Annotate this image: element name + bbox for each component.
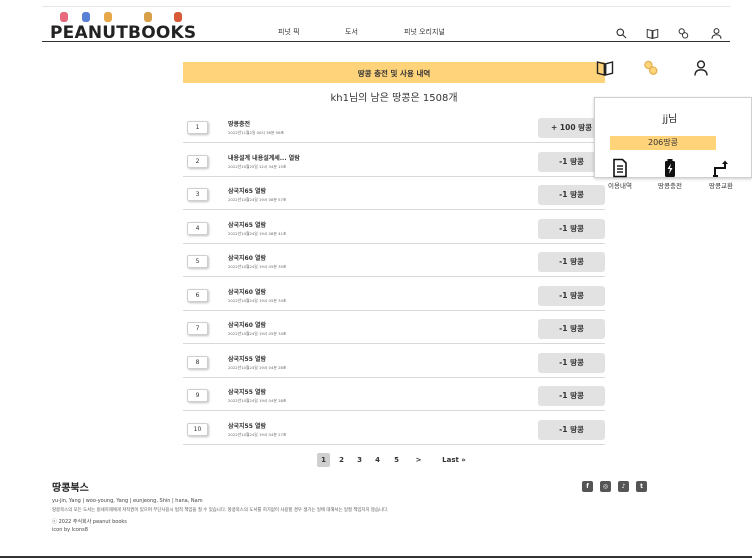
exchange-peanut-label: 땅콩교환 (709, 182, 733, 190)
row-amount: -1 땅콩 (538, 352, 605, 373)
usage-history-label: 이용내역 (608, 182, 632, 190)
row-number: 1 (187, 121, 208, 134)
tiktok-icon[interactable]: ♪ (618, 481, 629, 492)
row-title: 삼국지60 열람 (228, 322, 267, 329)
row-number: 4 (187, 221, 208, 235)
row-title: 내용설계 내용설계세... 열람 (228, 154, 300, 162)
row-date: 2022년10월24일 19시 05분 35초 (228, 264, 287, 269)
row-amount: -1 땅콩 (538, 252, 605, 272)
history-row: 7 삼국지60 열람 2022년10월24일 19시 05분 34초 -1 땅콩 (183, 311, 605, 344)
battery-charge-icon (665, 159, 675, 177)
user-icon[interactable] (692, 59, 710, 81)
peanut-icon[interactable] (642, 59, 660, 81)
history-row: 10 삼국지55 열람 2022년10월24일 19시 04분 27초 -1 땅콩 (183, 412, 605, 445)
footer-icon-credit: icon by Icons8 (52, 527, 88, 533)
logo-character-icon (144, 12, 152, 22)
row-amount: -1 땅콩 (538, 218, 605, 239)
last-page-button[interactable]: Last » (434, 453, 474, 467)
logo-character-icon (104, 12, 112, 22)
footer-copyright: ⓒ 2022 주식회사 peanut books (52, 519, 127, 525)
row-title: 삼국지60 열람 (228, 288, 267, 296)
row-number: 7 (187, 322, 208, 335)
user-popup: jj님 206땅콩 이용내역 땅콩충전 땅콩교환 (594, 97, 752, 190)
document-icon (613, 158, 627, 178)
facebook-icon[interactable]: f (582, 481, 593, 492)
history-row: 2 내용설계 내용설계세... 열람 2022년10월25일 12시 34분 15초… (183, 144, 605, 177)
row-date: 2022년10월24일 19시 04분 27초 (228, 431, 287, 437)
row-title: 삼국지55 열람 (228, 422, 267, 430)
row-amount: -1 땅콩 (538, 285, 605, 306)
row-amount: -1 땅콩 (538, 419, 605, 440)
section-header: 땅콩 충전 및 사용 내역 (183, 62, 605, 83)
search-icon[interactable] (615, 25, 628, 39)
book-icon[interactable] (596, 59, 614, 81)
row-title: 삼국지55 열람 (228, 389, 267, 396)
page-button-5[interactable]: 5 (390, 453, 403, 467)
charge-peanut-button[interactable]: 땅콩충전 (648, 158, 692, 190)
row-amount: -1 땅콩 (538, 319, 605, 339)
logo-character-icon (174, 12, 182, 22)
page-button-2[interactable]: 2 (335, 453, 348, 467)
popup-username: jj님 (662, 114, 678, 125)
footer-notice: 땅콩북스의 모든 도서는 읽세지제에게 저작권이 있으며 무단사용시 법적 책임… (52, 508, 389, 513)
history-row: 1 땅콩충전 2022년11월2일 00시 36분 56초 + 100 땅콩 (183, 110, 605, 143)
book-icon[interactable] (646, 25, 659, 39)
twitter-icon[interactable]: t (636, 481, 647, 492)
page-button-1[interactable]: 1 (317, 453, 330, 467)
row-title: 삼국지65 열람 (228, 188, 267, 195)
row-date: 2022년10월24일 19시 04분 28초 (228, 364, 287, 370)
row-date: 2022년10월24일 19시 08분 41초 (228, 230, 287, 236)
history-row: 5 삼국지60 열람 2022년10월24일 19시 05분 35초 -1 땅콩 (183, 244, 605, 277)
row-date: 2022년10월24일 19시 05분 34초 (228, 331, 287, 336)
row-amount: -1 땅콩 (538, 386, 605, 406)
history-row: 3 삼국지65 열람 2022년10월24일 19시 08분 57초 -1 땅콩 (183, 177, 605, 210)
row-title: 삼국지65 열람 (228, 221, 267, 229)
row-date: 2022년10월24일 19시 05분 34초 (228, 297, 287, 303)
page-button-3[interactable]: 3 (353, 453, 366, 467)
row-title: 삼국지55 열람 (228, 355, 267, 363)
row-title: 삼국지60 열람 (228, 255, 267, 262)
row-number: 8 (187, 355, 208, 369)
row-number: 9 (187, 389, 208, 402)
nav-peanut-original[interactable]: 피넛 오리지널 (404, 27, 445, 37)
site-header: PEANUTBOOKS 피넛 픽 도서 피넛 오리지널 (42, 12, 730, 43)
row-title: 땅콩충전 (228, 121, 251, 128)
instagram-icon[interactable]: ◎ (600, 481, 611, 492)
charge-peanut-label: 땅콩충전 (658, 182, 682, 190)
footer-credits: yu-jin, Yang | woo-young, Yang | eunjeon… (52, 498, 203, 504)
row-amount: -1 땅콩 (538, 185, 605, 205)
row-number: 3 (187, 188, 208, 201)
exchange-peanut-button[interactable]: 땅콩교환 (699, 158, 743, 190)
next-page-button[interactable]: > (412, 453, 425, 467)
row-date: 2022년11월2일 00시 36분 56초 (228, 130, 284, 135)
usage-history-button[interactable]: 이용내역 (598, 158, 642, 190)
user-icon[interactable] (710, 25, 723, 39)
top-divider (42, 6, 730, 7)
history-row: 9 삼국지55 열람 2022년10월24일 19시 04분 28초 -1 땅콩 (183, 378, 605, 411)
logo-text: PEANUTBOOKS (50, 23, 197, 43)
page-button-4[interactable]: 4 (371, 453, 384, 467)
row-divider (183, 443, 605, 445)
history-row: 4 삼국지65 열람 2022년10월24일 19시 08분 41초 -1 땅콩 (183, 211, 605, 244)
peanut-icon[interactable] (677, 25, 690, 39)
exchange-arrow-icon (713, 160, 728, 177)
header-divider (42, 41, 730, 42)
row-number: 2 (187, 154, 208, 168)
nav-peanut-pick[interactable]: 피넛 픽 (278, 27, 300, 37)
history-row: 8 삼국지55 열람 2022년10월24일 19시 04분 28초 -1 땅콩 (183, 345, 605, 378)
row-date: 2022년10월24일 19시 08분 57초 (228, 197, 287, 202)
row-date: 2022년10월24일 19시 04분 28초 (228, 398, 287, 403)
row-number: 6 (187, 288, 208, 302)
remaining-balance-text: kh1님의 남은 땅콩은 1508개 (330, 93, 458, 104)
section-title: 땅콩 충전 및 사용 내역 (357, 69, 431, 78)
footer-brand: 땅콩북스 (52, 483, 89, 494)
popup-balance: 206땅콩 (610, 136, 716, 150)
logo-character-icon (82, 12, 90, 22)
logo-character-icon (60, 12, 68, 22)
row-date: 2022년10월25일 12시 34분 15초 (228, 163, 287, 169)
nav-books[interactable]: 도서 (345, 27, 358, 37)
history-row: 6 삼국지60 열람 2022년10월24일 19시 05분 34초 -1 땅콩 (183, 278, 605, 311)
row-number: 5 (187, 255, 208, 268)
row-number: 10 (187, 422, 208, 436)
